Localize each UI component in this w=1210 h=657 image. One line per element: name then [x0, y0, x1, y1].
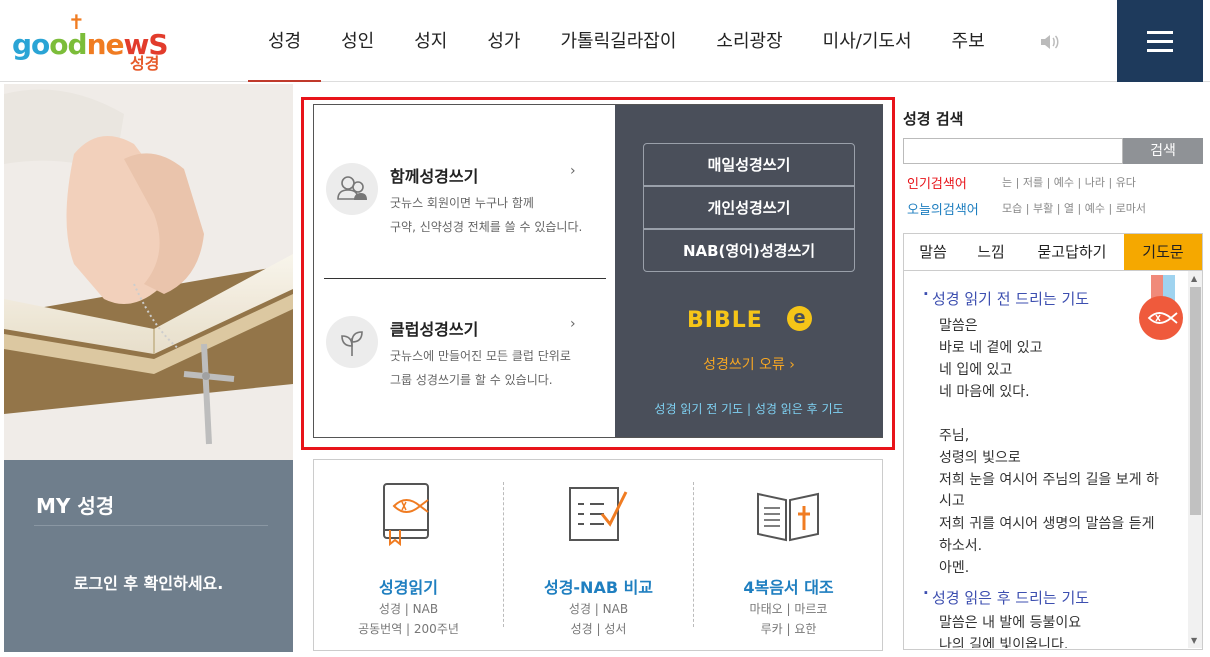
tab-qna[interactable]: 묻고답하기: [1020, 234, 1124, 270]
scroll-down-icon[interactable]: ▼: [1191, 636, 1197, 645]
scroll-thumb[interactable]: [1190, 287, 1201, 515]
bible-feature-box: 성경읽기 성경 | NAB 공동번역 | 200주년 성경-NAB 비교 성경 …: [313, 459, 883, 651]
sprout-icon: [326, 316, 378, 368]
popular-keywords-list: 는 | 저를 | 예수 | 나라 | 유다: [1002, 176, 1136, 189]
nav-item-catholic-guide[interactable]: 가톨릭길라잡이: [541, 0, 697, 82]
nav-item-bible[interactable]: 성경: [248, 0, 322, 82]
club-writing-desc: 굿뉴스에 만들어진 모든 클럽 단위로 그룹 성경쓰기를 할 수 있습니다.: [390, 349, 571, 387]
pray-after-link[interactable]: 성경 읽은 후 기도: [755, 402, 844, 416]
writing-dark-panel: 매일성경쓰기 개인성경쓰기 NAB(영어)성경쓰기 BIBLE e 성경쓰기 오…: [615, 105, 883, 437]
prayer-links: 성경 읽기 전 기도 | 성경 읽은 후 기도: [654, 402, 844, 416]
today-keywords: 오늘의검색어 모습 | 부활 | 열 | 예수 | 로마서: [907, 199, 1146, 218]
feature-nab-compare[interactable]: 성경-NAB 비교 성경 | NAB 성경 | 성서: [504, 460, 693, 650]
prayer-scrollbar[interactable]: ▲ ▼: [1188, 271, 1202, 648]
tab-feeling[interactable]: 느낌: [962, 234, 1020, 270]
feature-bible-reading[interactable]: 성경읽기 성경 | NAB 공동번역 | 200주년: [314, 460, 503, 650]
nav-item-mass-prayer[interactable]: 미사/기도서: [803, 0, 932, 82]
prayer-panel: 성경 읽기 전 드리는 기도 말씀은 바로 네 곁에 있고 네 입에 있고 네 …: [903, 271, 1203, 650]
bible-e-logo: BIBLE: [687, 308, 763, 333]
speaker-icon[interactable]: [1037, 30, 1061, 54]
site-header: ✝ goodnewS 성경 성경 성인 성지 성가 가톨릭길라잡이 소리광장 미…: [0, 0, 1210, 82]
my-bible-panel: MY 성경 로그인 후 확인하세요.: [4, 460, 293, 652]
club-writing-title: 클럽성경쓰기: [390, 320, 479, 339]
checklist-icon: [566, 478, 630, 548]
today-keywords-list: 모습 | 부활 | 열 | 예수 | 로마서: [1002, 202, 1147, 215]
today-keywords-label: 오늘의검색어: [907, 203, 979, 218]
praying-hands-image: [4, 84, 293, 460]
writing-options: 함께성경쓰기 › 굿뉴스 회원이면 누구나 함께 구약, 신약성경 전체를 쓸 …: [314, 105, 615, 437]
personal-writing-button[interactable]: 개인성경쓰기: [643, 186, 855, 229]
feature-gospel-compare[interactable]: 4복음서 대조 마태오 | 마르코 루카 | 요한: [694, 460, 883, 650]
tab-word[interactable]: 말씀: [904, 234, 962, 270]
daily-writing-button[interactable]: 매일성경쓰기: [643, 143, 855, 186]
feature-title: 4복음서 대조: [743, 578, 834, 597]
club-writing-item[interactable]: 클럽성경쓰기 › 굿뉴스에 만들어진 모든 클럽 단위로 그룹 성경쓰기를 할 …: [324, 316, 606, 436]
prayer-content: 성경 읽기 전 드리는 기도 말씀은 바로 네 곁에 있고 네 입에 있고 네 …: [904, 271, 1188, 648]
chevron-right-icon: ›: [570, 163, 576, 179]
bible-book-icon: [376, 478, 440, 548]
prayer-after-title: 성경 읽은 후 드리는 기도: [923, 584, 1089, 608]
together-writing-item[interactable]: 함께성경쓰기 › 굿뉴스 회원이면 누구나 함께 구약, 신약성경 전체를 쓸 …: [324, 163, 606, 283]
people-icon: [326, 163, 378, 215]
nav-item-bulletin[interactable]: 주보: [932, 0, 1005, 82]
nab-writing-button[interactable]: NAB(영어)성경쓰기: [643, 229, 855, 272]
nav-item-sound-square[interactable]: 소리광장: [696, 0, 802, 82]
open-book-cross-icon: [756, 478, 820, 548]
feature-title: 성경-NAB 비교: [543, 578, 654, 597]
nav-item-hymns[interactable]: 성가: [467, 0, 540, 82]
goodnews-logo[interactable]: ✝ goodnewS 성경: [12, 10, 172, 73]
main-nav: 성경 성인 성지 성가 가톨릭길라잡이 소리광장 미사/기도서 주보: [248, 0, 1005, 82]
chevron-right-icon: ›: [570, 316, 576, 332]
logo-subtitle: 성경: [130, 54, 160, 73]
hamburger-menu-icon: [1147, 31, 1173, 34]
hamburger-menu-button[interactable]: [1117, 0, 1203, 82]
my-bible-title: MY 성경: [36, 494, 115, 518]
bible-e-badge: e: [787, 306, 812, 331]
tab-prayer[interactable]: 기도문: [1124, 234, 1202, 270]
content-tabs: 말씀 느낌 묻고답하기 기도문: [903, 233, 1203, 271]
feature-title: 성경읽기: [379, 578, 438, 597]
login-prompt[interactable]: 로그인 후 확인하세요.: [4, 570, 293, 594]
my-bible-divider: [34, 525, 268, 526]
together-writing-desc: 굿뉴스 회원이면 누구나 함께 구약, 신약성경 전체를 쓸 수 있습니다.: [390, 196, 583, 234]
nav-item-saints[interactable]: 성인: [321, 0, 394, 82]
together-writing-title: 함께성경쓰기: [390, 167, 479, 186]
bible-writing-box: 함께성경쓰기 › 굿뉴스 회원이면 누구나 함께 구약, 신약성경 전체를 쓸 …: [313, 104, 883, 438]
bible-search-input[interactable]: [903, 138, 1123, 164]
popular-keywords: 인기검색어 는 | 저를 | 예수 | 나라 | 유다: [907, 173, 1136, 192]
fish-icon: [1139, 296, 1183, 340]
scroll-up-icon[interactable]: ▲: [1191, 274, 1197, 283]
nav-item-holy-places[interactable]: 성지: [394, 0, 467, 82]
popular-keywords-label: 인기검색어: [907, 177, 967, 192]
prayer-before-title: 성경 읽기 전 드리는 기도: [923, 285, 1089, 309]
writing-error-link[interactable]: 성경쓰기 오류 ›: [615, 354, 883, 374]
pray-before-link[interactable]: 성경 읽기 전 기도: [654, 402, 743, 416]
search-button[interactable]: 검색: [1123, 138, 1203, 164]
writing-divider: [324, 278, 606, 279]
bible-search-title: 성경 검색: [903, 110, 964, 128]
